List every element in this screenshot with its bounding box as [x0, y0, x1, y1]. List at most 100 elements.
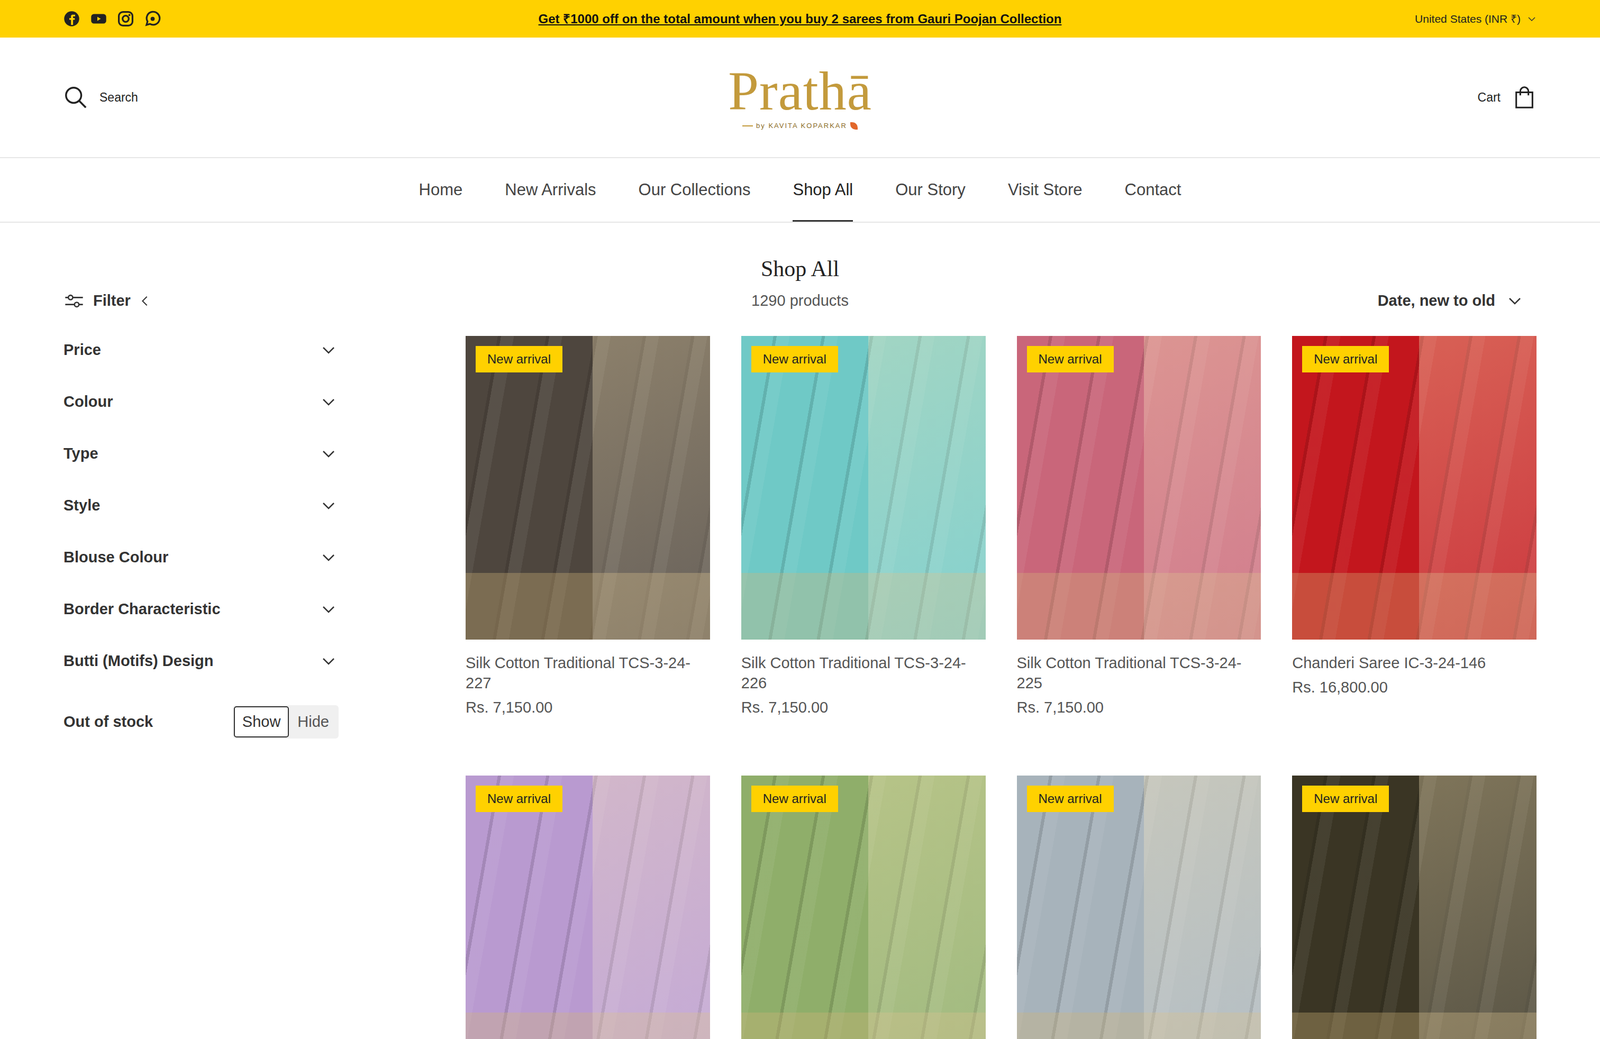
leaf-icon: [850, 122, 858, 130]
locale-selector[interactable]: United States (INR ₹): [1414, 10, 1537, 28]
product-price: Rs. 7,150.00: [465, 697, 711, 718]
logo-dash: [742, 125, 753, 127]
nav-link[interactable]: Our Story: [895, 158, 966, 222]
facebook-icon[interactable]: [63, 10, 80, 27]
filter-group[interactable]: Price: [63, 335, 339, 365]
product-name[interactable]: Silk Cotton Traditional TCS-3-24-225: [1016, 653, 1262, 694]
new-arrival-badge: New arrival: [475, 346, 563, 373]
product-image[interactable]: New arrival: [741, 775, 986, 1039]
filter-group[interactable]: Butti (Motifs) Design: [63, 647, 339, 676]
filter-group-label[interactable]: Style: [63, 494, 100, 518]
nav-link[interactable]: Home: [419, 158, 463, 222]
chevron-down-icon[interactable]: [320, 446, 339, 462]
main-nav: Home New Arrivals Our Collections Shop All O…: [0, 158, 1600, 223]
site-header: Search Prathāby KAVITA KOPARKAR Cart: [0, 37, 1600, 159]
chevron-down-icon[interactable]: [320, 653, 339, 670]
filter-group-label[interactable]: Colour: [63, 390, 113, 414]
cart-button[interactable]: Cart: [1477, 85, 1537, 110]
chevron-down-icon[interactable]: [320, 394, 339, 411]
search-label[interactable]: Search: [99, 88, 139, 107]
product-card[interactable]: New arrival: [1016, 775, 1262, 1039]
page-title: Shop All: [751, 255, 849, 283]
product-price: Rs. 7,150.00: [1016, 697, 1262, 718]
product-card[interactable]: New arrival: [465, 775, 711, 1039]
product-card[interactable]: New arrival Chanderi Saree IC-3-24-146 Rs.…: [1292, 335, 1537, 718]
product-card[interactable]: New arrival Silk Cotton Traditional TCS-3…: [465, 335, 711, 718]
product-card[interactable]: New arrival Silk Cotton Traditional TCS-3…: [1016, 335, 1262, 718]
announcement-link[interactable]: Get ₹1000 off on the total amount when y…: [528, 5, 1073, 33]
product-image[interactable]: New arrival: [465, 335, 711, 640]
product-card[interactable]: New arrival: [741, 775, 986, 1039]
nav-link[interactable]: New Arrivals: [504, 158, 596, 222]
filter-group-label[interactable]: Type: [63, 442, 99, 466]
filter-group-label[interactable]: Blouse Colour: [63, 546, 169, 570]
product-name[interactable]: Chanderi Saree IC-3-24-146: [1292, 653, 1537, 674]
filter-group[interactable]: Border Characteristic: [63, 595, 339, 624]
product-grid: New arrival Silk Cotton Traditional TCS-3…: [465, 335, 1537, 1039]
search-button[interactable]: Search: [63, 85, 729, 110]
chevron-down-icon[interactable]: [320, 601, 339, 618]
filter-group[interactable]: Style: [63, 491, 339, 521]
stock-label: Out of stock: [63, 710, 153, 734]
filter-group-label[interactable]: Price: [63, 338, 102, 362]
new-arrival-badge: New arrival: [1026, 346, 1114, 373]
product-name[interactable]: Silk Cotton Traditional TCS-3-24-227: [465, 653, 711, 694]
nav-link[interactable]: Our Collections: [638, 158, 751, 222]
logo-name[interactable]: Prathā: [728, 63, 872, 119]
product-image[interactable]: New arrival: [1292, 335, 1537, 640]
stock-filter: Out of stock ShowHide: [63, 705, 339, 740]
product-count: 1290 products: [751, 289, 849, 313]
chevron-down-icon[interactable]: [320, 497, 339, 514]
chevron-down-icon[interactable]: [320, 549, 339, 566]
filter-group-label[interactable]: Butti (Motifs) Design: [63, 649, 214, 674]
sort-dropdown[interactable]: Date, new to old: [1377, 289, 1537, 313]
new-arrival-badge: New arrival: [475, 785, 563, 813]
product-card[interactable]: New arrival Silk Cotton Traditional TCS-3…: [741, 335, 986, 718]
product-name[interactable]: Silk Cotton Traditional TCS-3-24-226: [741, 653, 986, 694]
collection-title: Shop All 1290 products: [751, 255, 849, 313]
filter-group[interactable]: Blouse Colour: [63, 543, 339, 572]
logo-tagline: by KAVITA KOPARKAR: [742, 120, 858, 132]
nav-link[interactable]: Shop All: [792, 158, 853, 222]
filter-icon[interactable]: [63, 290, 85, 312]
cart-label[interactable]: Cart: [1477, 88, 1501, 107]
stock-option[interactable]: Hide: [288, 706, 338, 739]
new-arrival-badge: New arrival: [1302, 346, 1389, 373]
filter-group[interactable]: Colour: [63, 387, 339, 417]
instagram-icon[interactable]: [117, 10, 134, 27]
product-image[interactable]: New arrival: [465, 775, 711, 1039]
nav-link[interactable]: Contact: [1124, 158, 1182, 222]
new-arrival-badge: New arrival: [751, 785, 839, 813]
filter-group[interactable]: Type: [63, 439, 339, 469]
stock-option[interactable]: Show: [233, 706, 290, 739]
chevron-down-icon[interactable]: [1526, 14, 1537, 24]
nav-link[interactable]: Visit Store: [1007, 158, 1083, 222]
chevron-down-icon[interactable]: [320, 342, 339, 359]
youtube-icon[interactable]: [90, 10, 107, 27]
announcement-bar: Get ₹1000 off on the total amount when y…: [0, 0, 1600, 38]
new-arrival-badge: New arrival: [1302, 785, 1389, 813]
locale-label[interactable]: United States (INR ₹): [1414, 10, 1521, 28]
sort-label[interactable]: Date, new to old: [1377, 289, 1496, 313]
stock-toggle[interactable]: ShowHide: [232, 705, 339, 740]
whatsapp-icon[interactable]: [144, 10, 161, 27]
chevron-left-icon[interactable]: [139, 295, 151, 307]
collection: Filter Shop All 1290 products Date, new t…: [0, 222, 1600, 1039]
product-image[interactable]: New arrival: [741, 335, 986, 640]
collection-header: Filter Shop All 1290 products Date, new t…: [63, 255, 1537, 313]
search-icon[interactable]: [63, 85, 88, 110]
social-links: [63, 10, 529, 27]
product-image[interactable]: New arrival: [1016, 335, 1262, 640]
filter-sidebar: Price Colour Type Style Blouse Colour Border …: [63, 335, 339, 740]
new-arrival-badge: New arrival: [751, 346, 839, 373]
filter-toggle[interactable]: Filter: [63, 289, 752, 313]
product-image[interactable]: New arrival: [1016, 775, 1262, 1039]
site-logo[interactable]: Prathāby KAVITA KOPARKAR: [728, 63, 872, 132]
product-price: Rs. 16,800.00: [1292, 677, 1537, 698]
filter-label[interactable]: Filter: [93, 289, 131, 313]
bag-icon[interactable]: [1512, 85, 1537, 110]
product-card[interactable]: New arrival: [1292, 775, 1537, 1039]
product-image[interactable]: New arrival: [1292, 775, 1537, 1039]
filter-group-label[interactable]: Border Characteristic: [63, 597, 221, 622]
chevron-down-icon[interactable]: [1506, 293, 1523, 309]
